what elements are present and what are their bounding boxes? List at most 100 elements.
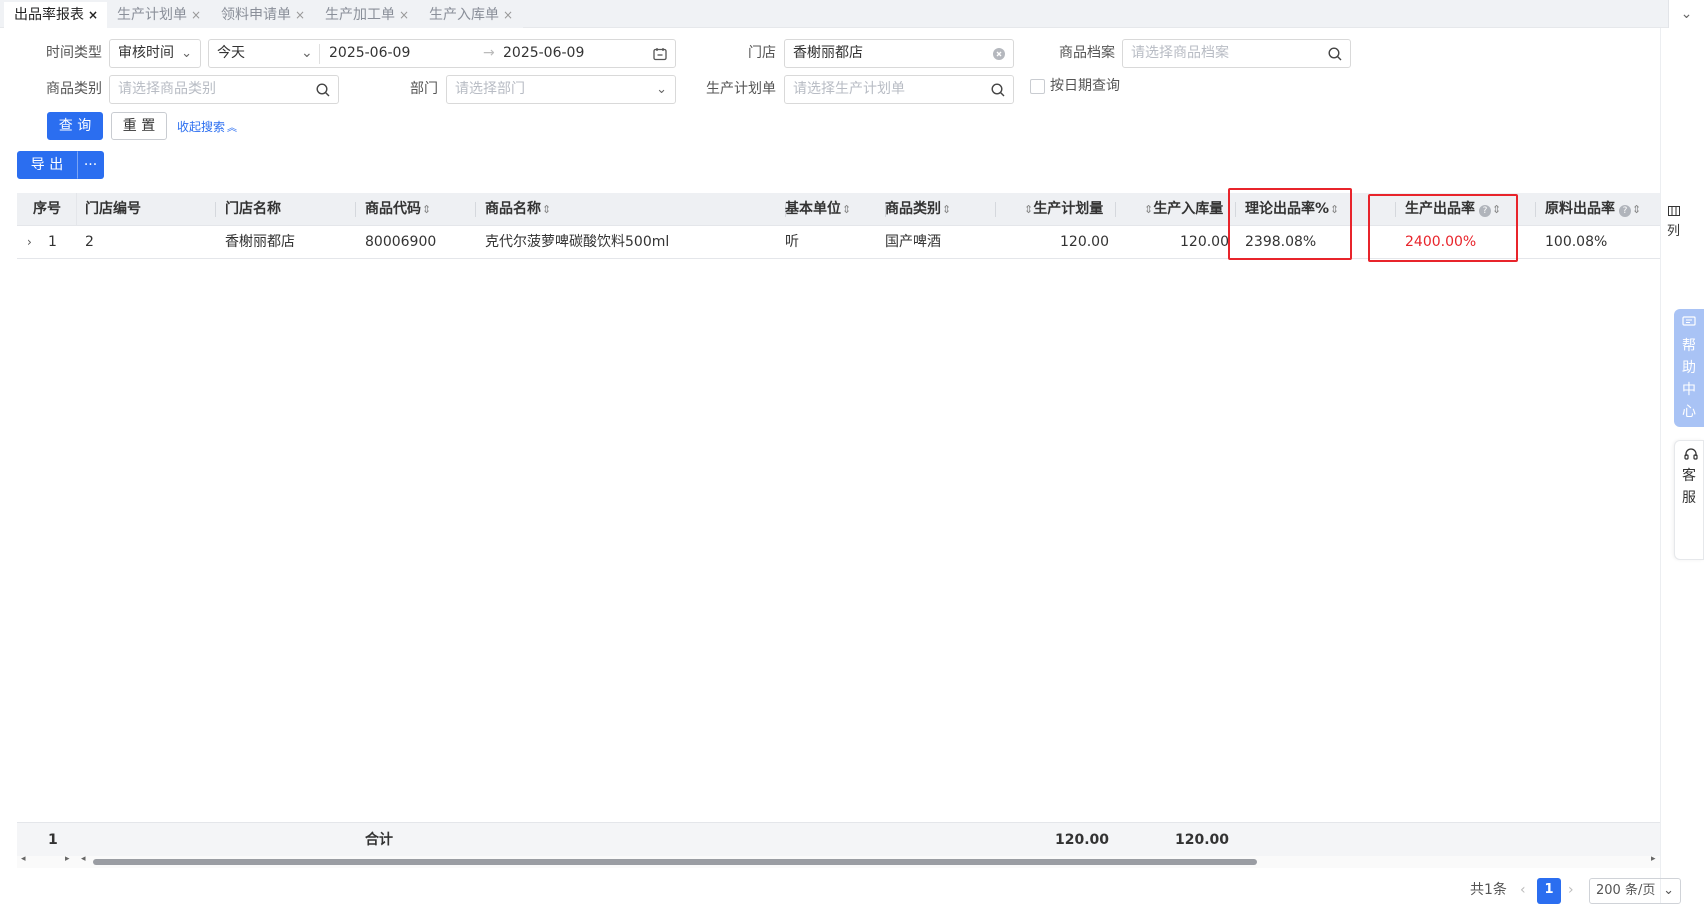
sort-icon[interactable]: ⇕	[1024, 203, 1033, 216]
horizontal-scrollbar[interactable]: ◂ ▸ ◂ ▸	[17, 854, 1660, 868]
customer-service-widget[interactable]: 客服	[1674, 440, 1704, 560]
sort-icon[interactable]: ⇕	[1632, 203, 1641, 216]
help-center-widget[interactable]: 帮助中心	[1674, 309, 1704, 427]
goods-file-placeholder: 请选择商品档案	[1131, 45, 1229, 61]
plan-placeholder: 请选择生产计划单	[793, 81, 905, 97]
calendar-icon[interactable]	[653, 40, 667, 71]
dept-select[interactable]: 请选择部门 ⌄	[446, 75, 676, 104]
by-date-checkbox[interactable]	[1030, 79, 1045, 94]
th-label: 生产入库量	[1153, 201, 1224, 217]
th-in-qty[interactable]: ⇕生产入库量	[1143, 193, 1223, 226]
cell-goods-cat: 国产啤酒	[885, 234, 941, 250]
date-start[interactable]: 2025-06-09	[329, 40, 410, 67]
store-select[interactable]: 香榭丽都店	[784, 39, 1014, 68]
sort-icon[interactable]: ⇕	[942, 203, 951, 216]
column-divider	[475, 202, 476, 217]
total-count: 共1条	[1470, 882, 1507, 898]
page-size-value: 200 条/页	[1596, 883, 1656, 898]
chevron-down-icon[interactable]: ⌄	[1668, 0, 1704, 28]
summary-label: 合计	[365, 832, 393, 848]
search-icon[interactable]	[1328, 40, 1342, 71]
next-page-icon[interactable]: ›	[1568, 876, 1574, 904]
goods-file-input[interactable]: 请选择商品档案	[1122, 39, 1351, 68]
tab-label: 领料申请单	[221, 7, 291, 23]
search-icon[interactable]	[316, 76, 330, 107]
time-type-select[interactable]: 审核时间 ⌄	[109, 39, 201, 68]
date-end[interactable]: 2025-06-09	[503, 40, 584, 67]
cell-store-code: 2	[85, 234, 94, 250]
store-value: 香榭丽都店	[793, 45, 863, 61]
th-goods-name[interactable]: 商品名称⇕	[485, 193, 551, 226]
cell-goods-code: 80006900	[365, 234, 437, 250]
column-divider	[215, 202, 216, 217]
tab-production-plan[interactable]: 生产计划单 ×	[107, 2, 212, 28]
scroll-right-icon[interactable]: ▸	[1651, 854, 1656, 864]
content-right-border	[1660, 28, 1661, 904]
column-settings[interactable]: 列	[1660, 193, 1687, 255]
expand-icon[interactable]: ›	[27, 226, 32, 259]
clear-icon[interactable]	[993, 40, 1005, 70]
help-icon[interactable]: ?	[1619, 205, 1631, 217]
cell-in-qty: 120.00	[1180, 234, 1229, 250]
highlight-theory-rate	[1228, 188, 1352, 260]
th-goods-cat[interactable]: 商品类别⇕	[885, 193, 951, 226]
prev-page-icon[interactable]: ‹	[1520, 876, 1526, 904]
sort-icon[interactable]: ⇕	[1144, 203, 1153, 216]
tab-bar: 出品率报表 × 生产计划单 × 领料申请单 × 生产加工单 × 生产入库单 × ⌄	[0, 0, 1704, 28]
column-divider	[995, 202, 996, 217]
th-label: 商品类别	[885, 201, 941, 217]
export-button[interactable]: 导 出	[17, 151, 77, 179]
summary-count: 1	[48, 832, 58, 848]
tab-material-request[interactable]: 领料申请单 ×	[211, 2, 316, 28]
tab-label: 生产加工单	[325, 7, 395, 23]
th-store-code: 门店编号	[85, 201, 141, 217]
date-range-picker[interactable]: 今天 ⌄ 2025-06-09 → 2025-06-09	[208, 39, 676, 68]
th-label: 商品代码	[365, 201, 421, 217]
query-button[interactable]: 查 询	[47, 112, 103, 140]
tab-yield-report[interactable]: 出品率报表 ×	[4, 2, 109, 28]
scroll-right-icon[interactable]: ▸	[65, 854, 70, 864]
dept-placeholder: 请选择部门	[455, 81, 525, 97]
scroll-left-icon[interactable]: ◂	[21, 854, 26, 864]
scrollbar-thumb[interactable]	[93, 859, 1257, 865]
close-icon[interactable]: ×	[503, 8, 513, 22]
export-more-button[interactable]: ···	[77, 151, 104, 179]
th-unit[interactable]: 基本单位⇕	[785, 193, 851, 226]
plan-input[interactable]: 请选择生产计划单	[784, 75, 1014, 104]
arrow-right-icon: →	[483, 45, 495, 61]
page-size-select[interactable]: 200 条/页 ⌄	[1589, 878, 1681, 904]
summary-in-qty: 120.00	[1174, 832, 1229, 848]
th-label: 原料出品率	[1545, 201, 1615, 217]
store-label: 门店	[748, 45, 776, 61]
message-icon	[1674, 313, 1704, 335]
th-goods-code[interactable]: 商品代码⇕	[365, 193, 431, 226]
column-divider	[1535, 202, 1536, 217]
sort-icon[interactable]: ⇕	[542, 203, 551, 216]
range-value: 今天	[217, 45, 245, 61]
close-icon[interactable]: ×	[399, 8, 409, 22]
close-icon[interactable]: ×	[191, 8, 201, 22]
th-label: 基本单位	[785, 201, 841, 217]
th-material-rate[interactable]: 原料出品率? ⇕	[1545, 193, 1641, 226]
scroll-left-icon[interactable]: ◂	[81, 854, 86, 864]
customer-service-label: 客服	[1682, 468, 1696, 506]
search-icon[interactable]	[991, 76, 1005, 107]
tab-processing-order[interactable]: 生产加工单 ×	[315, 2, 420, 28]
th-plan-qty[interactable]: ⇕生产计划量	[1023, 193, 1103, 226]
cell-material-rate: 100.08%	[1545, 234, 1608, 250]
page-number-current[interactable]: 1	[1537, 878, 1561, 904]
collapse-search-link[interactable]: 收起搜索 ︽	[177, 118, 237, 135]
by-date-label: 按日期查询	[1050, 78, 1120, 94]
column-settings-label: 列	[1666, 224, 1680, 239]
time-type-label: 时间类型	[46, 45, 102, 61]
close-icon[interactable]: ×	[88, 8, 98, 22]
sort-icon[interactable]: ⇕	[842, 203, 851, 216]
goods-cat-input[interactable]: 请选择商品类别	[109, 75, 339, 104]
th-label: 商品名称	[485, 201, 541, 217]
reset-button[interactable]: 重 置	[111, 112, 167, 140]
column-divider	[1115, 202, 1116, 217]
goods-cat-label: 商品类别	[46, 81, 102, 97]
tab-production-inbound[interactable]: 生产入库单 ×	[419, 2, 524, 28]
close-icon[interactable]: ×	[295, 8, 305, 22]
sort-icon[interactable]: ⇕	[422, 203, 431, 216]
